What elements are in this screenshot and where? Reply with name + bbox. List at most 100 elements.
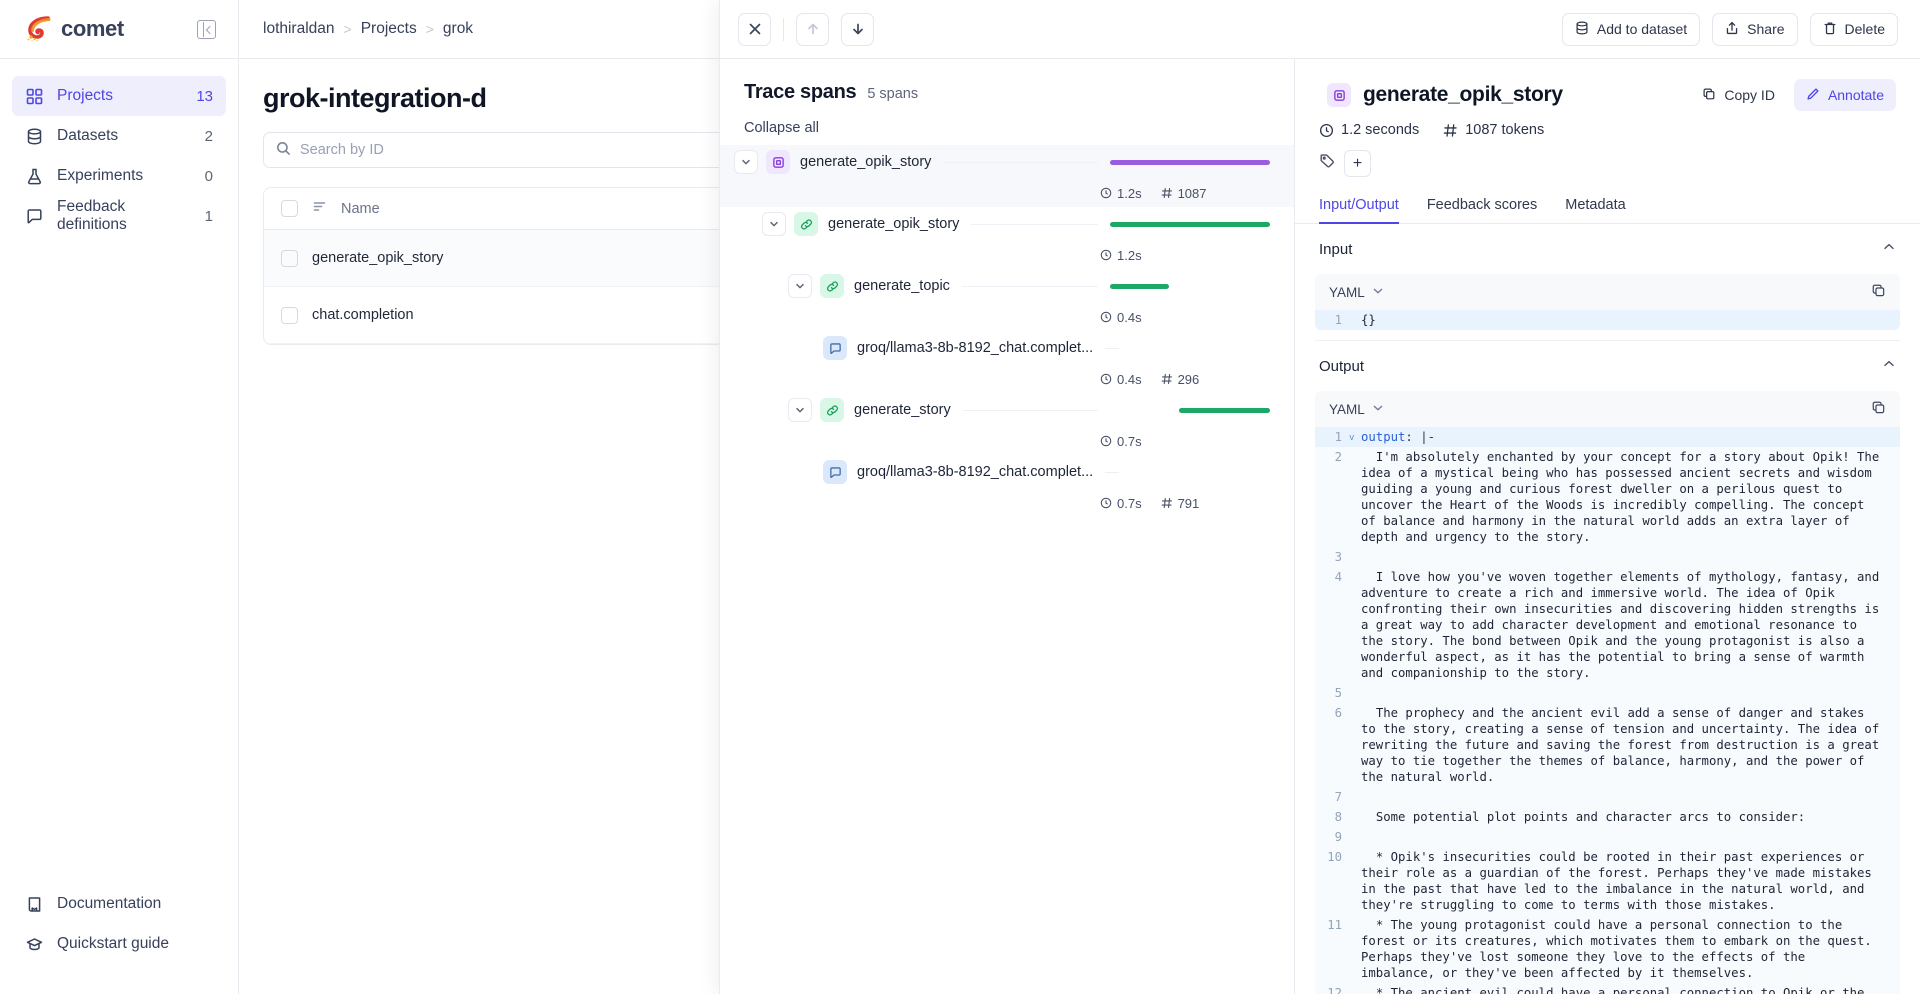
span-duration-label: 0.4s	[1117, 310, 1142, 325]
brand-name: comet	[61, 16, 124, 42]
copy-icon[interactable]	[1871, 283, 1886, 301]
share-button[interactable]: Share	[1712, 13, 1797, 46]
link-icon	[794, 212, 818, 236]
panel-collapse-icon[interactable]	[197, 20, 216, 39]
line-number: 11	[1315, 915, 1349, 983]
span-row[interactable]: generate_opik_story 1.2s	[720, 207, 1294, 269]
overlay-header: Add to dataset Share	[720, 0, 1920, 59]
fold-marker[interactable]: v	[1349, 427, 1361, 447]
pencil-icon	[1806, 87, 1820, 104]
span-metrics: 0.4s 296	[720, 365, 1270, 393]
code-line: 12 * The ancient evil could have a perso…	[1315, 983, 1900, 994]
chevron-down-icon[interactable]	[1372, 285, 1384, 300]
span-detail-duration: 1.2 seconds	[1319, 122, 1419, 138]
span-tokens-label: 296	[1178, 372, 1200, 387]
span-row[interactable]: generate_story 0.7s	[720, 393, 1294, 455]
detail-scroll-area[interactable]: Input YAML	[1295, 224, 1920, 994]
brand-logo[interactable]: comet	[24, 16, 124, 42]
input-section-header[interactable]: Input	[1295, 224, 1920, 274]
sidebar-item-projects[interactable]: Projects 13	[12, 76, 226, 116]
sidebar-item-label: Feedback definitions	[57, 198, 192, 234]
delete-button[interactable]: Delete	[1810, 13, 1898, 46]
span-duration-label: 0.7s	[1117, 496, 1142, 511]
span-duration: 0.4s	[1100, 372, 1142, 387]
code-line: 7	[1315, 787, 1900, 807]
sidebar-item-experiments[interactable]: Experiments 0	[12, 156, 226, 196]
line-number: 9	[1315, 827, 1349, 847]
trace-spans-title: Trace spans	[744, 81, 856, 104]
span-connector	[1105, 348, 1119, 349]
output-section-header[interactable]: Output	[1295, 341, 1920, 391]
trace-spans-count: 5 spans	[867, 86, 918, 102]
sidebar-item-label: Datasets	[57, 127, 192, 145]
span-duration: 0.7s	[1100, 496, 1142, 511]
sidebar-item-datasets[interactable]: Datasets 2	[12, 116, 226, 156]
span-row[interactable]: generate_opik_story 1.2s	[720, 145, 1294, 207]
flask-icon	[25, 167, 44, 186]
line-number: 2	[1315, 447, 1349, 547]
chevron-up-icon[interactable]	[1882, 357, 1896, 375]
copy-icon[interactable]	[1871, 400, 1886, 418]
span-metrics: 1.2s 1087	[720, 179, 1270, 207]
tab-input-output[interactable]: Input/Output	[1319, 197, 1399, 224]
span-row[interactable]: groq/llama3-8b-8192_chat.complet... 0.7s	[720, 455, 1294, 517]
input-code-block: YAML 1	[1315, 274, 1900, 330]
span-duration-label: 1.2s	[1117, 248, 1142, 263]
tab-feedback-scores[interactable]: Feedback scores	[1427, 197, 1537, 224]
code-line: 10 * Opik's insecurities could be rooted…	[1315, 847, 1900, 915]
breadcrumb-item-project[interactable]: grok	[443, 20, 473, 38]
chevron-down-icon[interactable]	[762, 212, 786, 236]
trace-spans-panel: Trace spans 5 spans Collapse all	[720, 59, 1295, 994]
chevron-down-icon[interactable]	[788, 398, 812, 422]
arrow-down-icon[interactable]	[841, 13, 874, 46]
sort-icon[interactable]	[312, 199, 327, 218]
sidebar: comet Projects 13	[0, 0, 239, 994]
add-tag-button[interactable]: +	[1344, 150, 1371, 177]
sidebar-item-quickstart-guide[interactable]: Quickstart guide	[12, 924, 226, 964]
delete-label: Delete	[1845, 21, 1885, 37]
breadcrumb-separator: >	[426, 21, 434, 37]
span-row[interactable]: generate_topic 0.4s	[720, 269, 1294, 331]
sidebar-header: comet	[0, 0, 238, 59]
collapse-all-button[interactable]: Collapse all	[720, 104, 1294, 145]
copy-id-button[interactable]: Copy ID	[1691, 79, 1786, 111]
search-icon	[276, 141, 291, 160]
code-line: 8 Some potential plot points and charact…	[1315, 807, 1900, 827]
span-bar-track	[1110, 222, 1270, 227]
sidebar-item-feedback-definitions[interactable]: Feedback definitions 1	[12, 196, 226, 236]
chevron-down-icon[interactable]	[734, 150, 758, 174]
annotate-button[interactable]: Annotate	[1794, 79, 1896, 111]
span-row[interactable]: groq/llama3-8b-8192_chat.complet... 0.4s	[720, 331, 1294, 393]
clock-icon	[1100, 187, 1112, 199]
select-all-checkbox[interactable]	[281, 200, 298, 217]
breadcrumb-item-projects[interactable]: Projects	[361, 20, 417, 38]
chevron-up-icon[interactable]	[1882, 240, 1896, 258]
line-text: * The young protagonist could have a per…	[1361, 915, 1900, 983]
row-checkbox[interactable]	[281, 307, 298, 324]
sidebar-item-documentation[interactable]: Documentation	[12, 884, 226, 924]
row-checkbox[interactable]	[281, 250, 298, 267]
tab-metadata[interactable]: Metadata	[1565, 197, 1625, 224]
yaml-punct: : |-	[1405, 430, 1435, 444]
output-code-toolbar: YAML	[1315, 391, 1900, 427]
span-connector	[962, 286, 1098, 287]
arrow-up-icon[interactable]	[796, 13, 829, 46]
sidebar-item-label: Projects	[57, 87, 183, 105]
add-to-dataset-button[interactable]: Add to dataset	[1562, 13, 1700, 46]
line-text: {}	[1361, 310, 1900, 330]
span-name: generate_story	[854, 402, 951, 418]
sidebar-item-count: 1	[205, 208, 213, 225]
copy-id-label: Copy ID	[1724, 87, 1775, 103]
sidebar-item-count: 2	[205, 128, 213, 145]
span-connector	[943, 162, 1098, 163]
breadcrumb-separator: >	[344, 21, 352, 37]
span-duration: 1.2s	[1100, 186, 1142, 201]
span-name: groq/llama3-8b-8192_chat.complet...	[857, 340, 1093, 356]
breadcrumb-item-user[interactable]: lothiraldan	[263, 20, 335, 38]
line-text	[1361, 827, 1900, 847]
close-icon[interactable]	[738, 13, 771, 46]
chevron-down-icon[interactable]	[1372, 402, 1384, 417]
span-duration-label: 0.4s	[1117, 372, 1142, 387]
chevron-down-icon[interactable]	[788, 274, 812, 298]
line-number: 7	[1315, 787, 1349, 807]
